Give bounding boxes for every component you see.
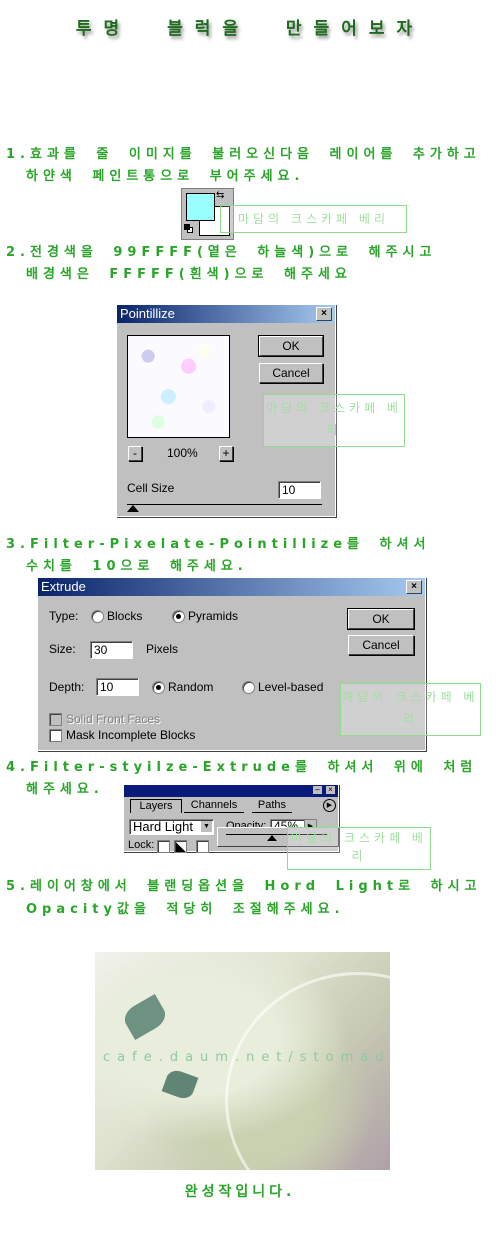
size-label: Size: — [49, 642, 76, 656]
step-2-line-1: 2.전경색을 99FFFF(옅은 하늘색)으로 해주시고 — [6, 245, 437, 260]
tab-channels[interactable]: Channels — [184, 799, 244, 813]
cancel-button[interactable]: Cancel — [259, 363, 323, 383]
result-photo: cafe.daum.net/stomadam — [95, 952, 390, 1170]
minimize-icon[interactable]: – — [313, 786, 322, 794]
size-input[interactable]: 30 — [90, 641, 133, 659]
blocks-label[interactable]: Blocks — [107, 609, 142, 623]
depth-input[interactable]: 10 — [96, 678, 139, 696]
blend-mode-select[interactable]: Hard Light ▼ — [129, 819, 214, 835]
mask-incomplete-checkbox[interactable] — [49, 729, 62, 742]
tab-paths[interactable]: Paths — [252, 799, 292, 813]
close-icon[interactable]: × — [406, 580, 422, 594]
step-3-line-1: 3.Filter-Pixelate-Pointillize를 하셔서 — [6, 537, 431, 552]
step-2-line-2: 배경색은 FFFFF(흰색)으로 해주세요 — [26, 267, 352, 282]
page-title: 투명 블럭을 만들어보자 — [75, 19, 425, 39]
foreground-color-swatch[interactable] — [186, 193, 215, 221]
watermark: 마담의 크스카페 베리 — [287, 827, 431, 870]
dialog-title: Extrude — [41, 579, 86, 594]
mask-incomplete-label[interactable]: Mask Incomplete Blocks — [66, 728, 195, 742]
panel-title-bar: – × — [124, 785, 338, 797]
lock-label: Lock: — [128, 839, 155, 851]
blocks-radio[interactable] — [91, 610, 104, 623]
step-3-line-2: 수치를 10으로 해주세요. — [26, 559, 248, 574]
zoom-out-button[interactable]: - — [128, 446, 142, 461]
swap-colors-icon[interactable]: ⇆ — [216, 190, 224, 201]
tab-layers[interactable]: Layers — [130, 799, 182, 813]
photo-watermark: cafe.daum.net/stomadam — [103, 1050, 390, 1065]
close-icon[interactable]: × — [326, 786, 335, 794]
opacity-slider-thumb[interactable] — [267, 835, 277, 841]
zoom-in-button[interactable]: + — [219, 446, 233, 461]
watermark: 마담의 크스카페 베리 — [263, 394, 405, 447]
lock-position-checkbox[interactable] — [196, 840, 209, 853]
step-4-line-1: 4.Filter-styilze-Extrude를 하셔서 위에 처럼 — [6, 760, 478, 775]
dialog-title-bar: Extrude × — [38, 578, 425, 596]
pyramids-radio[interactable] — [172, 610, 185, 623]
depth-label: Depth: — [49, 680, 85, 694]
step-5-line-2: Opacity값을 적당히 조절해주세요. — [26, 902, 345, 917]
cell-size-label: Cell Size — [127, 481, 175, 495]
blend-mode-value: Hard Light — [133, 819, 193, 834]
filter-preview — [127, 335, 230, 438]
level-based-radio[interactable] — [242, 681, 255, 694]
ok-button[interactable]: OK — [347, 608, 415, 630]
result-caption: 완성작입니다. — [184, 1184, 296, 1200]
panel-menu-icon[interactable]: ▶ — [323, 799, 336, 812]
dialog-title-bar: Pointillize × — [117, 305, 335, 323]
random-label[interactable]: Random — [168, 680, 213, 694]
zoom-level: 100% — [167, 446, 198, 460]
solid-front-faces-checkbox — [49, 713, 62, 726]
step-5-line-1: 5.레이어창에서 블랜딩옵션을 Hord Light로 하시고 — [6, 879, 482, 894]
cancel-button[interactable]: Cancel — [348, 635, 414, 655]
ok-button[interactable]: OK — [258, 335, 324, 357]
lock-image-checkbox[interactable] — [174, 840, 187, 853]
slider-thumb[interactable] — [127, 505, 139, 512]
watermark: 마담의 크스카페 베리 — [340, 683, 481, 736]
leaf-decoration — [161, 1067, 199, 1102]
pyramids-label[interactable]: Pyramids — [188, 609, 238, 623]
close-icon[interactable]: × — [316, 307, 332, 321]
watermark: 마담의 크스카페 베리 — [220, 205, 407, 233]
leaf-decoration — [120, 994, 170, 1040]
glass-rim — [225, 972, 390, 1170]
lock-transparency-checkbox[interactable] — [157, 840, 170, 853]
default-colors-icon[interactable] — [184, 224, 190, 230]
level-based-label[interactable]: Level-based — [258, 680, 323, 694]
cell-size-slider[interactable] — [127, 504, 322, 505]
chevron-down-icon[interactable]: ▼ — [201, 821, 212, 832]
step-1-line-1: 1.효과를 줄 이미지를 불러오신다음 레이어를 추가하고 — [6, 147, 481, 162]
step-1-line-2: 하얀색 페인트통으로 부어주세요. — [26, 169, 305, 184]
size-unit: Pixels — [146, 642, 179, 656]
step-4-line-2: 해주세요. — [26, 782, 104, 797]
cell-size-input[interactable]: 10 — [278, 481, 321, 499]
dialog-title: Pointillize — [120, 306, 175, 321]
type-label: Type: — [49, 609, 79, 623]
solid-front-faces-label: Solid Front Faces — [66, 712, 161, 726]
random-radio[interactable] — [152, 681, 165, 694]
